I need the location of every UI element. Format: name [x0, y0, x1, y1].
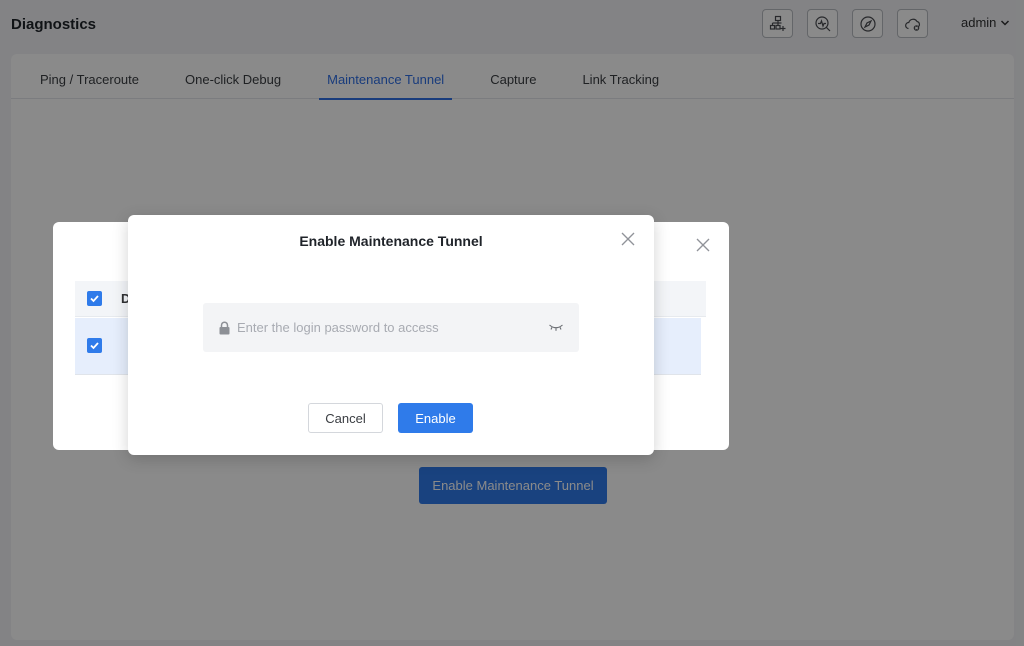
password-field[interactable]: [203, 303, 579, 352]
password-input[interactable]: [237, 303, 537, 352]
eye-closed-icon[interactable]: [548, 322, 564, 332]
enable-button[interactable]: Enable: [398, 403, 473, 433]
modal-title: Enable Maintenance Tunnel: [299, 233, 483, 249]
enable-tunnel-modal: Enable Maintenance Tunnel Cancel Enable: [128, 215, 654, 455]
close-icon[interactable]: [696, 238, 710, 252]
row-checkbox[interactable]: [87, 338, 102, 353]
select-all-checkbox[interactable]: [87, 291, 102, 306]
checkmark-icon: [90, 295, 99, 303]
close-icon[interactable]: [621, 232, 635, 246]
cancel-button[interactable]: Cancel: [308, 403, 383, 433]
checkmark-icon: [90, 342, 99, 350]
lock-icon: [219, 321, 230, 335]
